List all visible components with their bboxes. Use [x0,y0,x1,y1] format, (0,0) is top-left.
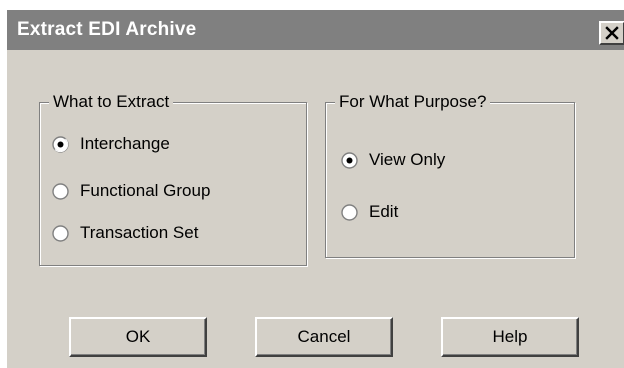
cancel-button[interactable]: Cancel [255,317,393,357]
radio-label: Edit [369,202,399,221]
radio-label: Functional Group [80,181,211,200]
title-bar[interactable]: Extract EDI Archive [7,10,624,50]
radio-label: View Only [369,150,446,169]
radio-view-only[interactable]: View Only [341,148,445,172]
radio-unselected-icon [52,182,69,200]
ok-button[interactable]: OK [69,317,207,357]
radio-selected-icon [341,151,358,169]
extract-edi-archive-dialog: Extract EDI Archive What to Extract Inte… [6,9,624,368]
what-to-extract-group: What to Extract Interchange Functional G… [39,92,307,266]
purpose-legend: For What Purpose? [335,92,491,112]
radio-interchange[interactable]: Interchange [52,132,170,156]
radio-unselected-icon [341,203,358,221]
window-title: Extract EDI Archive [17,19,197,40]
purpose-group: For What Purpose? View Only Edit [325,92,575,258]
close-icon [605,26,619,40]
radio-edit[interactable]: Edit [341,200,398,224]
radio-functional-group[interactable]: Functional Group [52,179,210,203]
radio-selected-icon [52,135,69,153]
radio-transaction-set[interactable]: Transaction Set [52,221,198,245]
what-to-extract-legend: What to Extract [49,92,174,112]
radio-label: Transaction Set [80,223,199,242]
help-button[interactable]: Help [441,317,579,357]
close-button[interactable] [599,21,624,45]
radio-label: Interchange [80,134,170,153]
radio-unselected-icon [52,224,69,242]
